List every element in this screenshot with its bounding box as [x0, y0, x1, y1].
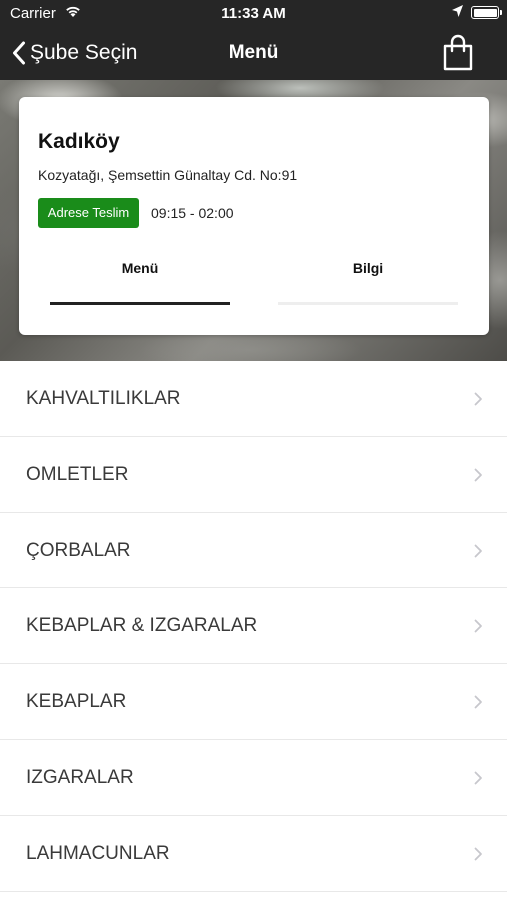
category-label: KEBAPLAR [26, 691, 127, 713]
chevron-right-icon [474, 771, 482, 785]
category-label: KAHVALTILIKLAR [26, 388, 181, 409]
category-row-omletler[interactable]: OMLETLER [0, 437, 507, 513]
tab-info[interactable]: Bilgi [278, 260, 458, 305]
battery-icon [471, 6, 502, 19]
tab-menu[interactable]: Menü [50, 260, 230, 305]
category-row-corbalar[interactable]: ÇORBALAR [0, 513, 507, 589]
category-label: ÇORBALAR [26, 539, 131, 561]
category-label: OMLETLER [26, 463, 129, 485]
opening-hours: 09:15 - 02:00 [151, 205, 234, 221]
tab-menu-indicator [50, 302, 230, 305]
category-row-izgaralar[interactable]: IZGARALAR [0, 740, 507, 816]
store-card: Kadıköy Kozyatağı, Şemsettin Günaltay Cd… [19, 97, 489, 335]
page-title: Menü [228, 42, 279, 63]
category-row-kahvaltiliklar[interactable]: KAHVALTILIKLAR [0, 361, 507, 437]
location-arrow-icon [451, 4, 464, 22]
chevron-right-icon [474, 544, 482, 557]
clock-time: 11:33 AM [221, 5, 286, 22]
cart-button[interactable] [441, 34, 475, 72]
navigation-bar: Şube Seçin Menü [0, 28, 507, 80]
category-label: KEBAPLAR & IZGARALAR [26, 615, 258, 637]
status-bar: Carrier 11:33 AM [0, 0, 507, 28]
category-row-kebaplar[interactable]: KEBAPLAR [0, 664, 507, 740]
category-row-kebaplar-izgaralar[interactable]: KEBAPLAR & IZGARALAR [0, 588, 507, 665]
top-bar: Carrier 11:33 AM Şube Seçin Menü [0, 0, 507, 80]
category-label: IZGARALAR [26, 766, 134, 788]
tab-menu-label: Menü [121, 260, 159, 276]
store-address: Kozyatağı, Şemsettin Günaltay Cd. No:91 [38, 167, 298, 183]
store-name: Kadıköy [38, 130, 120, 153]
category-list: KAHVALTILIKLAR OMLETLER ÇORBALAR KEBAPLA… [0, 361, 507, 892]
chevron-right-icon [474, 619, 482, 633]
tab-info-indicator [278, 302, 458, 305]
chevron-right-icon [474, 392, 482, 406]
chevron-right-icon [474, 847, 482, 861]
category-row-lahmacunlar[interactable]: LAHMACUNLAR [0, 816, 507, 892]
chevron-right-icon [474, 468, 482, 482]
tab-info-label: Bilgi [352, 260, 384, 276]
delivery-badge: Adrese Teslim [38, 198, 139, 228]
category-label: LAHMACUNLAR [26, 842, 170, 864]
shopping-bag-icon [443, 34, 473, 71]
chevron-right-icon [474, 695, 482, 709]
